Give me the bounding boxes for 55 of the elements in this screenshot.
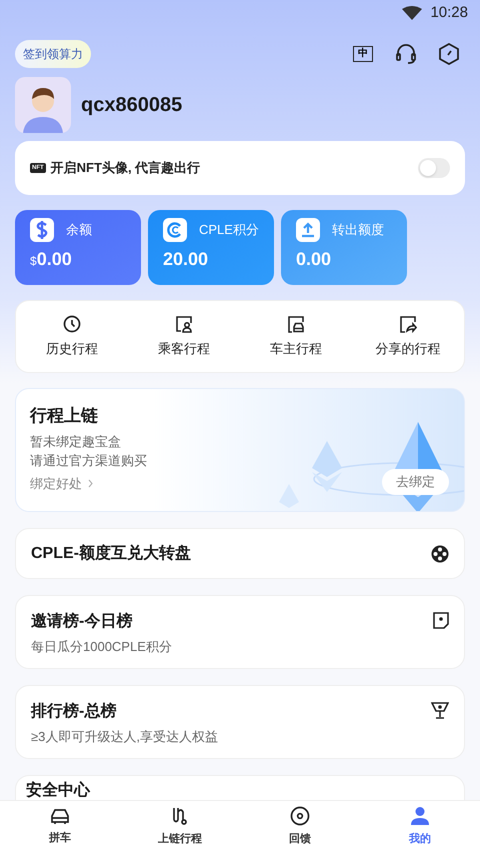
- badge-icon: [433, 612, 449, 629]
- benefits-link[interactable]: 绑定好处: [30, 474, 93, 493]
- card-title: CPLE-额度互兑大转盘: [31, 543, 191, 564]
- car-frame-icon: [287, 314, 305, 333]
- checkin-badge[interactable]: 签到领算力: [15, 40, 91, 68]
- headset-icon[interactable]: [395, 43, 417, 65]
- card-subtitle: 每日瓜分1000CPLE积分: [31, 638, 172, 656]
- menu-card[interactable]: CPLE-额度互兑大转盘: [15, 528, 465, 579]
- car-icon: [50, 807, 70, 826]
- balance-value: 20.00: [163, 248, 210, 271]
- clock-icon: [63, 314, 81, 333]
- username: qcx860085: [81, 93, 182, 118]
- dollar-icon: [30, 218, 54, 242]
- user-icon: [411, 806, 429, 826]
- hexagon-icon[interactable]: [439, 43, 459, 65]
- chevron-icon: [88, 478, 93, 488]
- nav-tab[interactable]: 我的: [360, 801, 480, 853]
- status-time: 10:28: [430, 2, 468, 23]
- menu-card[interactable]: 安全中心: [15, 775, 465, 800]
- shortcut-item[interactable]: 乘客行程: [128, 301, 240, 372]
- card-title: 安全中心: [26, 780, 90, 801]
- upload-icon: [296, 218, 320, 242]
- nft-label: 开启NFT头像, 代言趣出行: [50, 159, 200, 178]
- card-subtitle: ≥3人即可升级达人,享受达人权益: [31, 728, 218, 746]
- chain-note: 暂未绑定趣宝盒: [30, 432, 122, 450]
- nav-tab[interactable]: 拼车: [0, 801, 120, 853]
- shortcut-item[interactable]: 历史行程: [16, 301, 128, 372]
- balance-value: $0.00: [30, 248, 73, 271]
- shortcut-item[interactable]: 车主行程: [240, 301, 352, 372]
- target-icon: [290, 806, 310, 826]
- bind-button[interactable]: 去绑定: [382, 469, 449, 494]
- nft-toggle[interactable]: [418, 158, 450, 178]
- balance-label: 转出额度: [332, 221, 384, 240]
- balance-label: 余额: [66, 221, 92, 240]
- route-icon: [171, 806, 189, 826]
- balance-label: CPLE积分: [199, 221, 259, 240]
- chain-title: 行程上链: [30, 405, 99, 427]
- card-title: 排行榜-总榜: [31, 701, 118, 722]
- share-frame-icon: [399, 314, 417, 333]
- balance-card[interactable]: 余额 $0.00: [15, 210, 141, 285]
- card-title: 邀请榜-今日榜: [31, 611, 134, 632]
- wheel-icon: [431, 544, 449, 562]
- nav-tab[interactable]: 回馈: [240, 801, 360, 853]
- avatar[interactable]: [15, 77, 71, 133]
- chain-note: 请通过官方渠道购买: [30, 452, 148, 470]
- wifi-icon: [402, 6, 422, 20]
- menu-card[interactable]: 邀请榜-今日榜 每日瓜分1000CPLE积分: [15, 595, 465, 669]
- language-button[interactable]: 中: [353, 46, 373, 62]
- nav-tab[interactable]: 上链行程: [120, 801, 240, 853]
- coin-icon: [163, 218, 187, 242]
- person-frame-icon: [175, 314, 193, 333]
- trophy-icon: [431, 702, 449, 719]
- menu-card[interactable]: 排行榜-总榜 ≥3人即可升级达人,享受达人权益: [15, 685, 465, 759]
- shortcut-item[interactable]: 分享的行程: [352, 301, 464, 372]
- balance-value: 0.00: [296, 248, 332, 271]
